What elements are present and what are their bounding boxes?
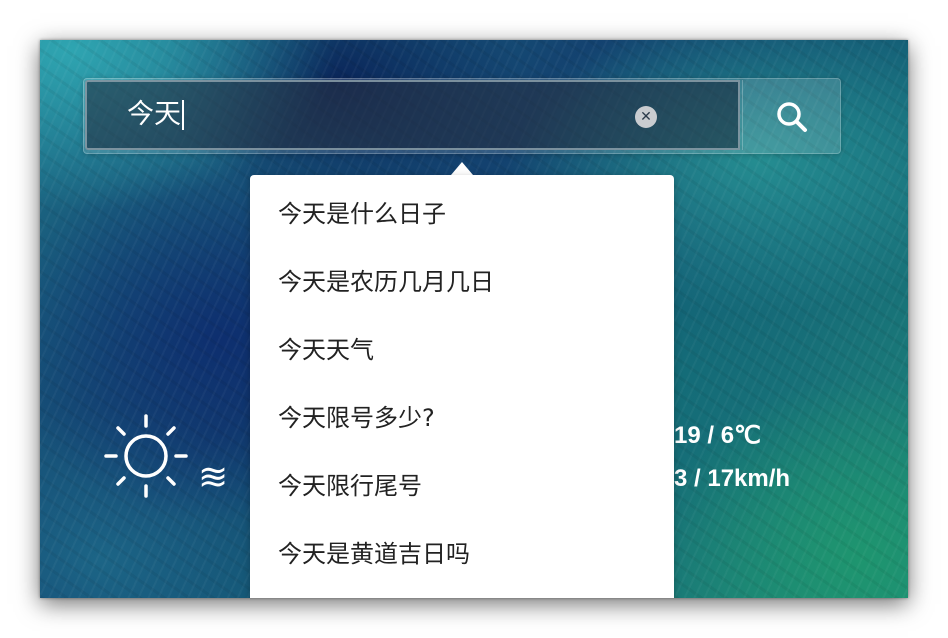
search-button[interactable] bbox=[742, 80, 838, 150]
search-query-text: 今天 bbox=[127, 99, 181, 130]
suggestion-item[interactable]: 今天是什么日子 bbox=[278, 194, 658, 234]
search-bar: 今天 ✕ bbox=[83, 78, 841, 154]
app-window: 今天 ✕ ≋ 19 / 6℃ 3 / 17km/h 今天是什么日子 今天是农历几… bbox=[40, 40, 908, 598]
suggestion-item[interactable]: 今天是农历几月几日 bbox=[278, 262, 658, 302]
dropdown-arrow bbox=[451, 162, 473, 175]
suggestion-item[interactable]: 今天是黄道吉日吗 bbox=[278, 534, 658, 574]
temperature-readout: 19 / 6℃ bbox=[674, 422, 761, 449]
search-icon bbox=[777, 102, 807, 132]
text-caret bbox=[182, 100, 184, 130]
search-query: 今天 bbox=[127, 100, 184, 130]
wind-speed-readout: 3 / 17km/h bbox=[674, 465, 791, 492]
suggestion-dropdown: 今天是什么日子 今天是农历几月几日 今天天气 今天限号多少? 今天限行尾号 今天… bbox=[250, 175, 674, 598]
clear-icon[interactable]: ✕ bbox=[635, 106, 657, 128]
suggestion-item[interactable]: 今天天气 bbox=[278, 330, 658, 370]
suggestion-item[interactable]: 今天限行尾号 bbox=[278, 466, 658, 506]
search-input[interactable]: 今天 ✕ bbox=[85, 80, 740, 150]
suggestion-item[interactable]: 今天限号多少? bbox=[278, 398, 658, 438]
wind-icon: ≋ bbox=[198, 457, 229, 498]
sun-icon bbox=[104, 414, 188, 498]
